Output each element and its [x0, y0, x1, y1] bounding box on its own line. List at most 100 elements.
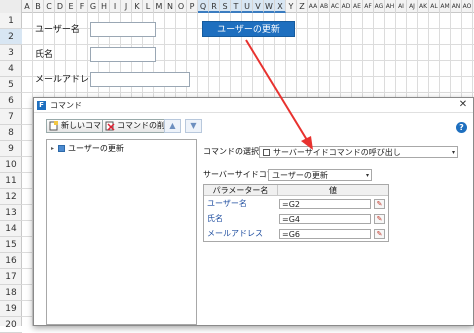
column-header[interactable]: AD — [341, 0, 352, 13]
column-header[interactable]: AA — [308, 0, 319, 13]
formula-edit-icon[interactable]: ✎ — [374, 229, 385, 239]
row-header[interactable]: 17 — [0, 269, 22, 285]
column-header[interactable]: AK — [418, 0, 429, 13]
select-all-corner[interactable] — [0, 0, 22, 13]
column-header[interactable]: R — [209, 0, 220, 13]
dialog-title: コマンド — [50, 101, 82, 110]
row-header[interactable]: 14 — [0, 221, 22, 237]
column-header[interactable]: Y — [286, 0, 297, 13]
fullname-label: 氏名 — [35, 50, 54, 60]
chevron-down-icon: ▾ — [451, 149, 455, 156]
tree-item-label: ユーザーの更新 — [68, 144, 124, 153]
app-logo-icon: F — [37, 101, 46, 110]
column-header[interactable]: S — [220, 0, 231, 13]
column-header[interactable]: AC — [330, 0, 341, 13]
column-header[interactable]: AL — [429, 0, 440, 13]
server-command-value: ユーザーの更新 — [272, 171, 328, 180]
row-header[interactable]: 11 — [0, 173, 22, 189]
row-header[interactable]: 6 — [0, 93, 22, 109]
column-header[interactable]: E — [66, 0, 77, 13]
column-header[interactable]: J — [121, 0, 132, 13]
parameter-table: パラメーター名 値 ユーザー名 =G2 ✎ 氏名 =G4 ✎ メールアドレス =… — [203, 184, 389, 242]
row-header[interactable]: 1 — [0, 13, 22, 29]
table-row: 氏名 =G4 ✎ — [204, 212, 388, 226]
row-header[interactable]: 8 — [0, 125, 22, 141]
column-header[interactable]: I — [110, 0, 121, 13]
param-name: メールアドレス — [207, 229, 263, 238]
email-cell-input[interactable] — [90, 72, 190, 87]
column-header[interactable]: U — [242, 0, 253, 13]
row-header[interactable]: 9 — [0, 141, 22, 157]
row-header[interactable]: 16 — [0, 253, 22, 269]
row-header[interactable]: 20 — [0, 317, 22, 333]
row-header[interactable]: 19 — [0, 301, 22, 317]
param-value-input[interactable]: =G2 — [279, 199, 371, 209]
server-command-icon — [263, 149, 270, 156]
row-header[interactable]: 5 — [0, 77, 22, 93]
server-command-select[interactable]: ユーザーの更新 ▾ — [268, 169, 372, 181]
row-header[interactable]: 15 — [0, 237, 22, 253]
column-header[interactable]: AB — [319, 0, 330, 13]
row-header[interactable]: 2 — [0, 29, 22, 45]
column-header[interactable]: AN — [451, 0, 462, 13]
param-value-input[interactable]: =G4 — [279, 214, 371, 224]
column-header[interactable]: W — [264, 0, 275, 13]
column-header[interactable]: P — [187, 0, 198, 13]
command-type-value: サーバーサイドコマンドの呼び出し — [273, 148, 401, 157]
row-header[interactable]: 10 — [0, 157, 22, 173]
formula-edit-icon[interactable]: ✎ — [374, 214, 385, 224]
command-type-select[interactable]: サーバーサイドコマンドの呼び出し ▾ — [259, 146, 458, 158]
email-label: メールアドレス — [35, 75, 99, 85]
param-value-header: 値 — [278, 185, 388, 196]
delete-command-icon — [105, 121, 115, 131]
column-header[interactable]: AM — [440, 0, 451, 13]
column-header[interactable]: AO — [462, 0, 473, 13]
close-icon[interactable]: ✕ — [457, 98, 469, 112]
column-header[interactable]: T — [231, 0, 242, 13]
param-name: ユーザー名 — [207, 199, 247, 208]
help-icon[interactable]: ? — [456, 122, 467, 133]
column-header[interactable]: F — [77, 0, 88, 13]
username-cell-input[interactable] — [90, 22, 156, 37]
row-header[interactable]: 12 — [0, 189, 22, 205]
column-header[interactable]: AJ — [407, 0, 418, 13]
update-user-sheet-button[interactable]: ユーザーの更新 — [202, 21, 295, 37]
row-header[interactable]: 13 — [0, 205, 22, 221]
column-header[interactable]: AE — [352, 0, 363, 13]
fullname-cell-input[interactable] — [90, 47, 156, 62]
new-command-icon — [49, 121, 58, 131]
username-label: ユーザー名 — [35, 25, 80, 35]
column-header[interactable]: N — [165, 0, 176, 13]
column-header[interactable]: D — [55, 0, 66, 13]
column-header[interactable]: X — [275, 0, 286, 13]
expand-toggle-icon[interactable]: ▸ — [51, 143, 54, 154]
column-header[interactable]: L — [143, 0, 154, 13]
column-header[interactable]: V — [253, 0, 264, 13]
formula-edit-icon[interactable]: ✎ — [374, 199, 385, 209]
column-header[interactable]: M — [154, 0, 165, 13]
chevron-down-icon: ▾ — [365, 172, 369, 179]
row-header[interactable]: 18 — [0, 285, 22, 301]
move-down-icon[interactable]: ▼ — [185, 119, 202, 133]
row-header[interactable]: 7 — [0, 109, 22, 125]
column-header[interactable]: H — [99, 0, 110, 13]
column-header[interactable]: AH — [385, 0, 396, 13]
move-up-icon[interactable]: ▲ — [164, 119, 181, 133]
dialog-toolbar: 新しいコマンド コマンドの削除 ▲ ▼ ? — [34, 114, 473, 136]
command-properties: コマンドの選択： サーバーサイドコマンドの呼び出し ▾ サーバーサイドコマンド：… — [203, 139, 465, 325]
column-header[interactable]: B — [33, 0, 44, 13]
column-header[interactable]: AG — [374, 0, 385, 13]
column-header[interactable]: AF — [363, 0, 374, 13]
column-header[interactable]: K — [132, 0, 143, 13]
column-header[interactable]: AI — [396, 0, 407, 13]
dialog-title-bar[interactable]: F コマンド ✕ — [34, 98, 473, 113]
column-header[interactable]: A — [22, 0, 33, 13]
column-header[interactable]: C — [44, 0, 55, 13]
param-value-input[interactable]: =G6 — [279, 229, 371, 239]
row-header[interactable]: 3 — [0, 45, 22, 61]
column-header[interactable]: Z — [297, 0, 308, 13]
row-header[interactable]: 4 — [0, 61, 22, 77]
column-header[interactable]: G — [88, 0, 99, 13]
column-header[interactable]: Q — [198, 0, 209, 13]
column-header[interactable]: O — [176, 0, 187, 13]
